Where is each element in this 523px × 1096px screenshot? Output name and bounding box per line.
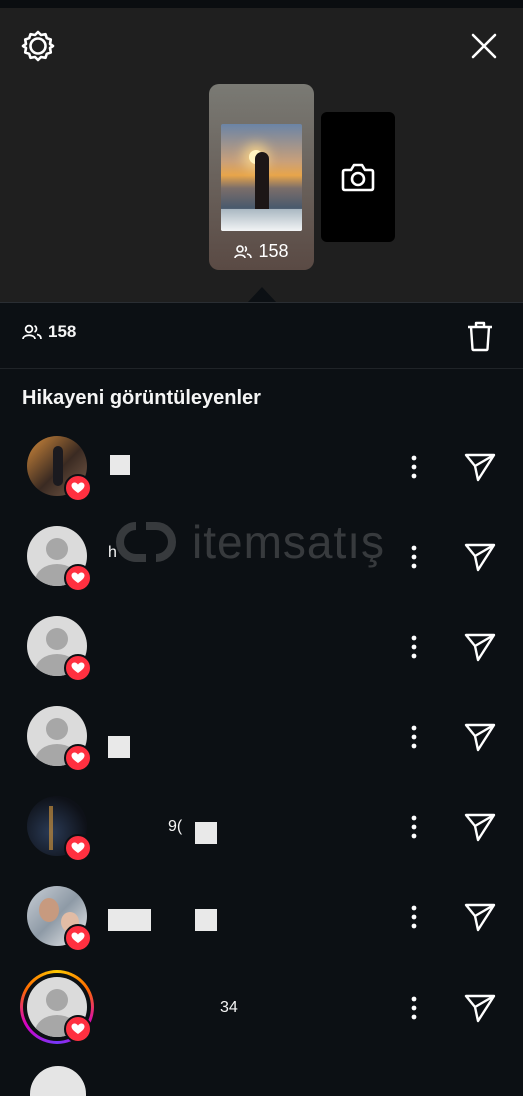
viewer-count-text: 158 bbox=[48, 322, 77, 341]
more-options-button[interactable] bbox=[403, 632, 425, 662]
more-vertical-icon bbox=[411, 545, 417, 569]
close-button[interactable] bbox=[466, 28, 502, 64]
send-icon bbox=[464, 453, 496, 482]
camera-icon bbox=[341, 163, 375, 192]
heart-icon bbox=[71, 842, 85, 853]
send-message-button[interactable] bbox=[462, 540, 498, 574]
more-vertical-icon bbox=[411, 815, 417, 839]
heart-icon bbox=[71, 1023, 85, 1034]
story-viewer-count-text: 158 bbox=[258, 241, 289, 261]
like-badge bbox=[64, 1015, 92, 1043]
redaction bbox=[110, 455, 130, 475]
more-vertical-icon bbox=[411, 455, 417, 479]
heart-icon bbox=[71, 572, 85, 583]
avatar[interactable] bbox=[30, 1066, 86, 1096]
close-icon bbox=[471, 33, 497, 59]
like-badge bbox=[64, 924, 92, 952]
add-story-button[interactable] bbox=[321, 112, 395, 242]
send-message-button[interactable] bbox=[462, 450, 498, 484]
gear-icon bbox=[21, 30, 55, 62]
viewer-username[interactable]: 34 bbox=[220, 999, 238, 1017]
send-message-button[interactable] bbox=[462, 900, 498, 934]
delete-story-button[interactable] bbox=[462, 318, 498, 354]
settings-button[interactable] bbox=[20, 28, 56, 64]
viewers-icon bbox=[22, 324, 42, 340]
send-icon bbox=[464, 723, 496, 752]
send-icon bbox=[464, 633, 496, 662]
more-options-button[interactable] bbox=[403, 722, 425, 752]
more-options-button[interactable] bbox=[403, 993, 425, 1023]
send-icon bbox=[464, 543, 496, 572]
trash-icon bbox=[468, 321, 492, 352]
more-options-button[interactable] bbox=[403, 812, 425, 842]
like-badge bbox=[64, 564, 92, 592]
more-vertical-icon bbox=[411, 905, 417, 929]
redaction bbox=[195, 909, 217, 931]
viewers-section-title: Hikayeni görüntüleyenler bbox=[22, 387, 261, 409]
more-vertical-icon bbox=[411, 725, 417, 749]
send-icon bbox=[464, 994, 496, 1023]
like-badge bbox=[64, 834, 92, 862]
more-options-button[interactable] bbox=[403, 902, 425, 932]
like-badge bbox=[64, 654, 92, 682]
like-badge bbox=[64, 744, 92, 772]
viewer-row[interactable] bbox=[0, 886, 523, 976]
viewer-count-summary: 158 bbox=[22, 322, 76, 342]
like-badge bbox=[64, 474, 92, 502]
viewers-icon bbox=[234, 244, 253, 258]
more-options-button[interactable] bbox=[403, 542, 425, 572]
more-vertical-icon bbox=[411, 635, 417, 659]
story-viewer-count: 158 bbox=[209, 241, 314, 262]
heart-icon bbox=[71, 752, 85, 763]
current-story-card[interactable]: 158 bbox=[209, 84, 314, 270]
viewer-row[interactable] bbox=[0, 616, 523, 706]
redaction bbox=[195, 822, 217, 844]
selected-story-pointer bbox=[248, 287, 276, 302]
redaction bbox=[108, 736, 130, 758]
send-message-button[interactable] bbox=[462, 810, 498, 844]
send-message-button[interactable] bbox=[462, 630, 498, 664]
header-divider bbox=[0, 302, 523, 303]
viewer-username[interactable]: 9( bbox=[168, 818, 182, 836]
viewer-row[interactable]: h bbox=[0, 526, 523, 616]
viewer-row[interactable] bbox=[0, 706, 523, 796]
heart-icon bbox=[71, 662, 85, 673]
heart-icon bbox=[71, 482, 85, 493]
section-divider bbox=[0, 368, 523, 369]
more-vertical-icon bbox=[411, 996, 417, 1020]
viewer-row[interactable] bbox=[0, 436, 523, 526]
send-icon bbox=[464, 813, 496, 842]
status-bar bbox=[0, 0, 523, 8]
viewer-row[interactable]: 9( bbox=[0, 796, 523, 886]
viewer-username[interactable]: h bbox=[108, 544, 117, 562]
send-message-button[interactable] bbox=[462, 991, 498, 1025]
story-thumbnail bbox=[221, 124, 302, 231]
send-icon bbox=[464, 903, 496, 932]
more-options-button[interactable] bbox=[403, 452, 425, 482]
redaction bbox=[108, 909, 151, 931]
heart-icon bbox=[71, 932, 85, 943]
viewer-row[interactable]: 34 bbox=[0, 970, 523, 1067]
send-message-button[interactable] bbox=[462, 720, 498, 754]
